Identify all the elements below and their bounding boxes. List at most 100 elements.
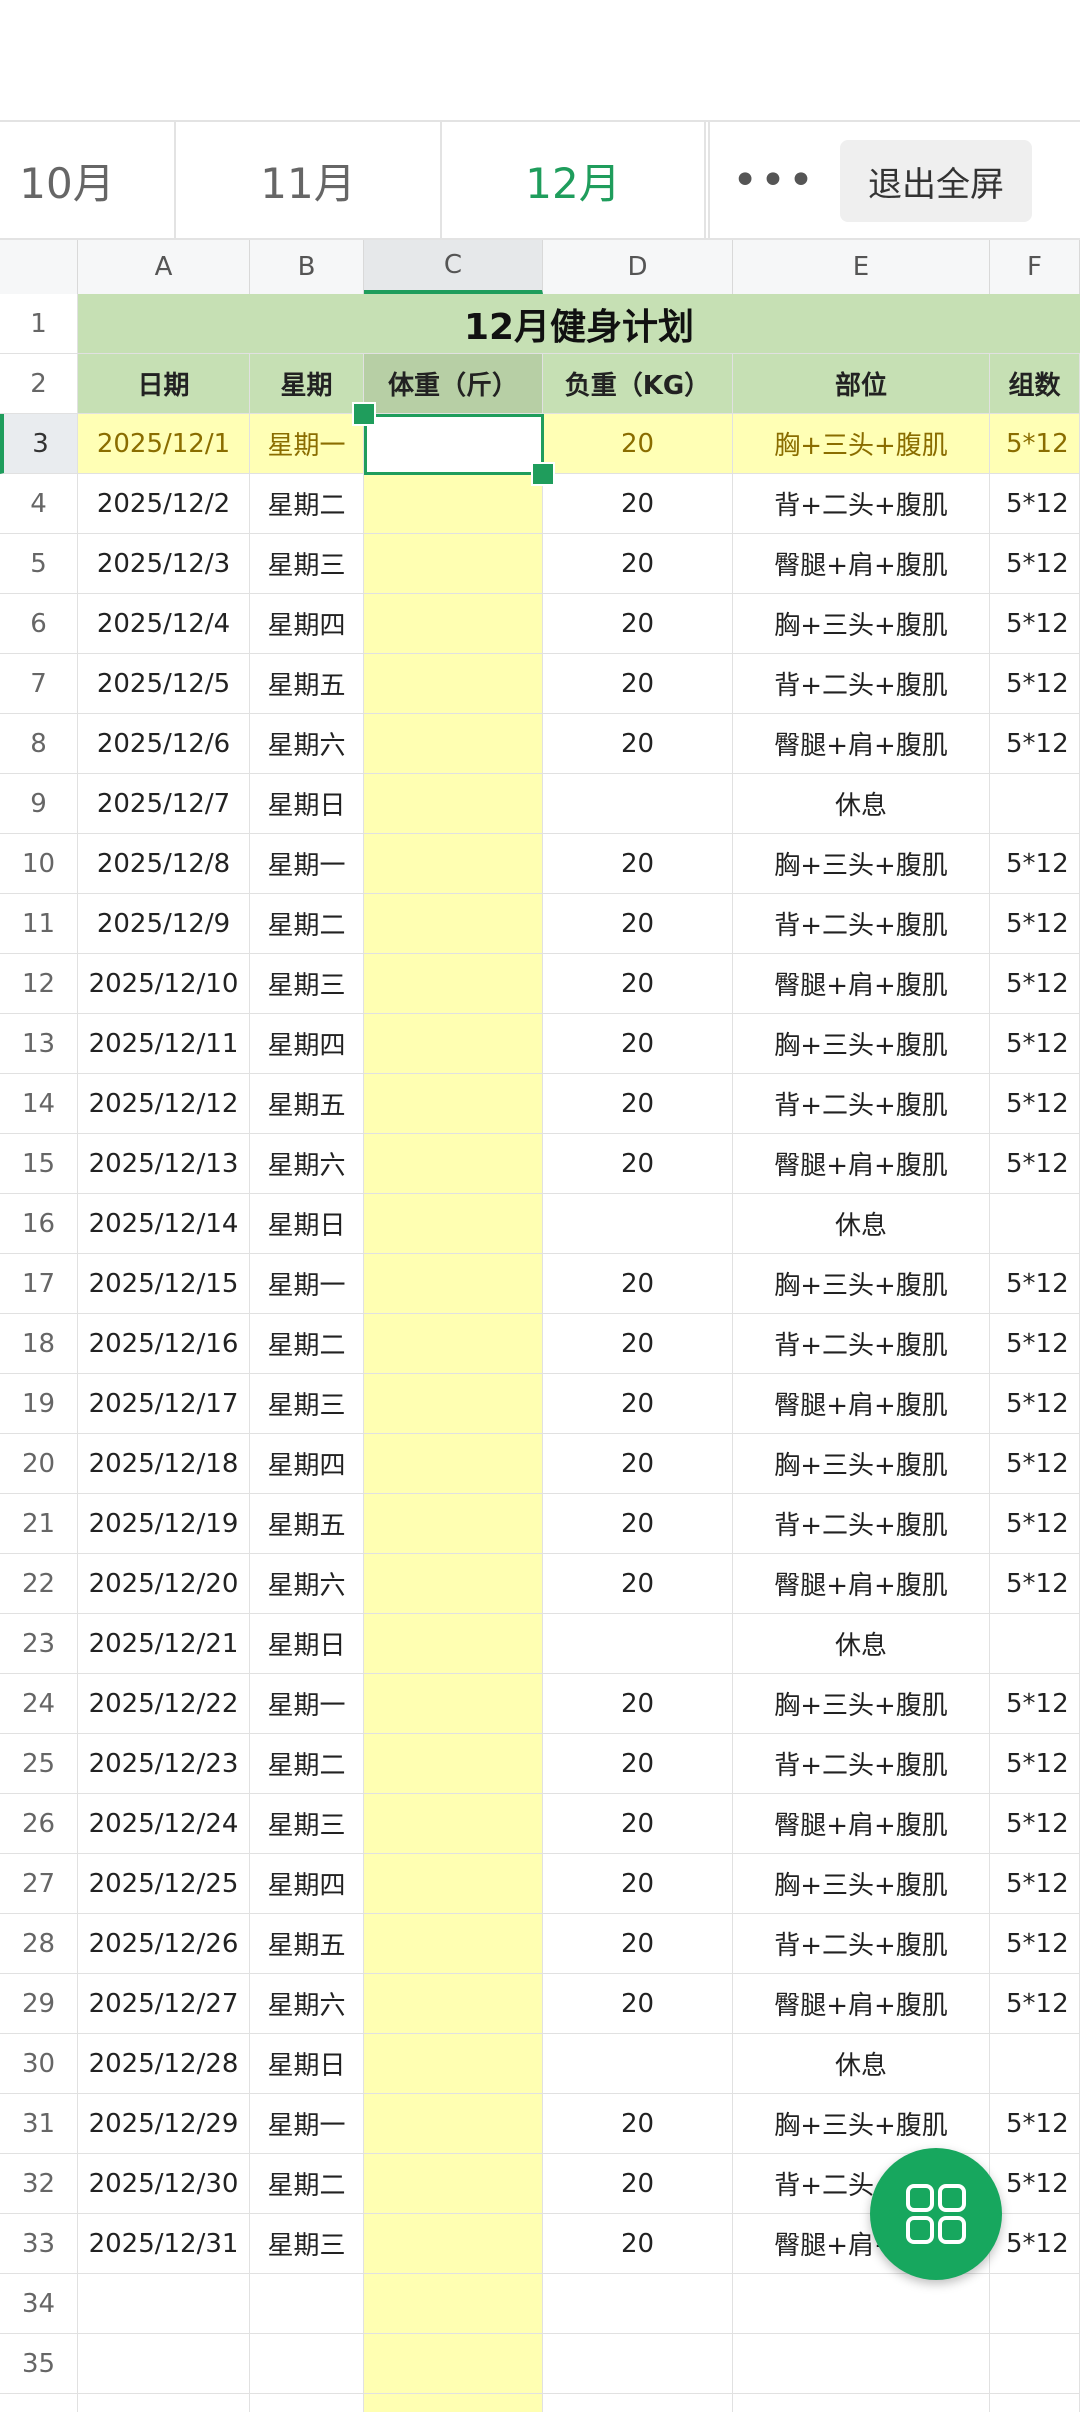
cell-sets[interactable]: 5*12 [990, 654, 1080, 714]
cell-weight[interactable] [364, 894, 543, 954]
cell-weight[interactable] [364, 1014, 543, 1074]
cell-part[interactable]: 臀腿+肩+腹肌 [733, 1554, 990, 1614]
column-header-e[interactable]: E [733, 240, 990, 294]
cell-part[interactable]: 背+二头+腹肌 [733, 894, 990, 954]
selection-handle-top-left[interactable] [352, 402, 376, 426]
cell-part[interactable]: 臀腿+肩+腹肌 [733, 1974, 990, 2034]
cell-sets[interactable]: 5*12 [990, 1734, 1080, 1794]
cell-load[interactable]: 20 [543, 894, 733, 954]
selected-cell-c3[interactable] [364, 414, 544, 475]
cell-load[interactable]: 20 [543, 1434, 733, 1494]
cell-weight[interactable] [364, 1794, 543, 1854]
cell-load[interactable]: 20 [543, 1914, 733, 1974]
column-header-f[interactable]: F [990, 240, 1080, 294]
cell-weekday[interactable]: 星期六 [250, 714, 364, 774]
cell-load[interactable]: 20 [543, 1794, 733, 1854]
cell-weight[interactable] [364, 1554, 543, 1614]
cell-weight[interactable] [364, 474, 543, 534]
cell-weight[interactable] [364, 1614, 543, 1674]
cell-date[interactable]: 2025/12/18 [78, 1434, 250, 1494]
cell-part[interactable]: 臀腿+肩+腹肌 [733, 714, 990, 774]
cell-sets[interactable] [990, 2034, 1080, 2094]
cell-weekday[interactable]: 星期日 [250, 774, 364, 834]
cell-date[interactable]: 2025/12/8 [78, 834, 250, 894]
cell-load[interactable]: 20 [543, 1494, 733, 1554]
cell-sets[interactable]: 5*12 [990, 1554, 1080, 1614]
spreadsheet-grid[interactable]: ABCDEF 1 12月健身计划 2 日期 星期 体重（斤） 负重（KG） 部位 组数 3 2025… [0, 240, 1080, 2412]
row-number[interactable]: 14 [0, 1074, 78, 1134]
cell-date[interactable]: 2025/12/9 [78, 894, 250, 954]
row-number[interactable]: 1 [0, 294, 78, 354]
cell-date[interactable]: 2025/12/4 [78, 594, 250, 654]
cell-weekday[interactable]: 星期五 [250, 1074, 364, 1134]
cell-weekday[interactable]: 星期一 [250, 2094, 364, 2154]
cell-sets[interactable] [990, 1614, 1080, 1674]
cell-part[interactable]: 胸+三头+腹肌 [733, 1674, 990, 1734]
row-number[interactable]: 16 [0, 1194, 78, 1254]
row-number[interactable]: 22 [0, 1554, 78, 1614]
cell-weight[interactable] [364, 1974, 543, 2034]
header-part[interactable]: 部位 [733, 354, 990, 414]
cell-date[interactable] [78, 2394, 250, 2412]
cell-load[interactable]: 20 [543, 414, 733, 474]
cell-load[interactable]: 20 [543, 1014, 733, 1074]
cell-load[interactable]: 20 [543, 1854, 733, 1914]
cell-load[interactable]: 20 [543, 954, 733, 1014]
cell-date[interactable]: 2025/12/2 [78, 474, 250, 534]
cell-load[interactable]: 20 [543, 474, 733, 534]
cell-date[interactable]: 2025/12/29 [78, 2094, 250, 2154]
cell-sets[interactable]: 5*12 [990, 1494, 1080, 1554]
cell-sets[interactable]: 5*12 [990, 1314, 1080, 1374]
cell-weekday[interactable]: 星期三 [250, 1794, 364, 1854]
cell-weight[interactable] [364, 2214, 543, 2274]
cell-weight[interactable] [364, 1674, 543, 1734]
cell-weight[interactable] [364, 2154, 543, 2214]
exit-fullscreen-button[interactable]: 退出全屏 [840, 140, 1032, 222]
cell-load[interactable]: 20 [543, 1314, 733, 1374]
cell-date[interactable]: 2025/12/22 [78, 1674, 250, 1734]
cell-sets[interactable]: 5*12 [990, 2214, 1080, 2274]
cell-date[interactable]: 2025/12/7 [78, 774, 250, 834]
cell-date[interactable]: 2025/12/16 [78, 1314, 250, 1374]
row-number[interactable]: 21 [0, 1494, 78, 1554]
cell-weekday[interactable]: 星期四 [250, 1854, 364, 1914]
cell-date[interactable]: 2025/12/5 [78, 654, 250, 714]
cell-sets[interactable] [990, 2274, 1080, 2334]
cell-weight[interactable] [364, 534, 543, 594]
row-number[interactable]: 19 [0, 1374, 78, 1434]
column-header-d[interactable]: D [543, 240, 733, 294]
cell-sets[interactable]: 5*12 [990, 1374, 1080, 1434]
cell-load[interactable]: 20 [543, 1554, 733, 1614]
tab-december[interactable]: 12月 [442, 122, 706, 238]
cell-load[interactable]: 20 [543, 1374, 733, 1434]
cell-weekday[interactable] [250, 2274, 364, 2334]
row-number[interactable]: 33 [0, 2214, 78, 2274]
row-number[interactable]: 15 [0, 1134, 78, 1194]
cell-sets[interactable]: 5*12 [990, 1914, 1080, 1974]
cell-weight[interactable] [364, 1494, 543, 1554]
cell-weight[interactable] [364, 1434, 543, 1494]
cell-weekday[interactable]: 星期六 [250, 1974, 364, 2034]
cell-weekday[interactable]: 星期二 [250, 1314, 364, 1374]
header-weekday[interactable]: 星期 [250, 354, 364, 414]
select-all-corner[interactable] [0, 240, 78, 294]
row-number[interactable]: 12 [0, 954, 78, 1014]
row-number[interactable]: 24 [0, 1674, 78, 1734]
cell-load[interactable] [543, 1194, 733, 1254]
cell-weekday[interactable]: 星期五 [250, 1494, 364, 1554]
column-header-a[interactable]: A [78, 240, 250, 294]
cell-load[interactable]: 20 [543, 1134, 733, 1194]
cell-weight[interactable] [364, 594, 543, 654]
row-number[interactable]: 3 [0, 414, 78, 474]
cell-date[interactable]: 2025/12/17 [78, 1374, 250, 1434]
header-date[interactable]: 日期 [78, 354, 250, 414]
header-load[interactable]: 负重（KG） [543, 354, 733, 414]
cell-sets[interactable]: 5*12 [990, 534, 1080, 594]
cell-load[interactable]: 20 [543, 2214, 733, 2274]
cell-weight[interactable] [364, 2334, 543, 2394]
cell-sets[interactable]: 5*12 [990, 1074, 1080, 1134]
cell-part[interactable]: 背+二头+腹肌 [733, 474, 990, 534]
cell-date[interactable]: 2025/12/3 [78, 534, 250, 594]
cell-load[interactable]: 20 [543, 534, 733, 594]
cell-sets[interactable]: 5*12 [990, 954, 1080, 1014]
